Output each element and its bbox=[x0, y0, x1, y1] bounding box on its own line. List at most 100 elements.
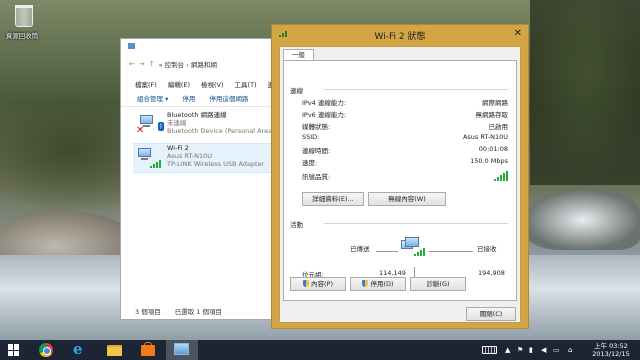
signal-quality-bars-icon bbox=[494, 171, 508, 181]
back-arrow-icon[interactable]: ← bbox=[129, 60, 135, 68]
ipv4-row: IPv4 連線能力: 網際網路 bbox=[302, 97, 508, 108]
adapter-wifi-2[interactable]: Wi-Fi 2 Asus RT-N10U TP-LINK Wireless US… bbox=[133, 143, 271, 173]
activity-computer-icon bbox=[401, 237, 425, 257]
ipv4-label: IPv4 連線能力: bbox=[302, 99, 347, 107]
battery-icon[interactable]: ▭ bbox=[553, 345, 560, 355]
wifi-status-dialog: Wi-Fi 2 狀態 ✕ 一般 連線 IPv4 連線能力: 網際網路 IPv6 … bbox=[271, 24, 529, 329]
ssid-row: SSID: Asus RT-N10U bbox=[302, 133, 508, 144]
menu-view[interactable]: 檢視(V) bbox=[201, 79, 224, 91]
taskbar-chrome[interactable] bbox=[30, 340, 62, 360]
window-titlebar[interactable] bbox=[121, 39, 271, 53]
disable-button[interactable]: 停用 bbox=[182, 93, 195, 106]
breadcrumb[interactable]: « 控制台 › 網路和網 bbox=[159, 59, 217, 69]
ipv6-value: 無網路存取 bbox=[475, 111, 509, 119]
disable-button[interactable]: 停用(D) bbox=[350, 277, 406, 291]
clock-time: 上午 03:52 bbox=[594, 342, 628, 350]
windows-logo-icon bbox=[8, 344, 20, 356]
network-folder-icon bbox=[128, 43, 135, 49]
duration-row: 連線時間: 00:01:08 bbox=[302, 145, 508, 156]
activity-group-label: 活動 bbox=[290, 221, 303, 229]
taskbar-network-connections[interactable] bbox=[166, 340, 198, 360]
duration-value: 00:01:08 bbox=[478, 145, 508, 153]
ipv4-value: 網際網路 bbox=[482, 99, 508, 107]
item-count: 3 個項目 bbox=[135, 308, 161, 316]
adapter-bluetooth[interactable]: ✕ ᛒ Bluetooth 網路連線 未連線 Bluetooth Device … bbox=[135, 111, 272, 141]
signal-bars-icon bbox=[150, 160, 161, 168]
ipv6-label: IPv6 連線能力: bbox=[302, 111, 347, 119]
adapter-status: 未連線 bbox=[167, 119, 187, 127]
address-bar: ← → ↑ « 控制台 › 網路和網 bbox=[121, 57, 271, 71]
bytes-received-value: 194,908 bbox=[478, 269, 505, 277]
recycle-bin-label: 資源回收筒 bbox=[5, 32, 39, 40]
taskbar-file-explorer[interactable] bbox=[98, 340, 130, 360]
details-button[interactable]: 詳細資料(E)... bbox=[302, 192, 364, 206]
close-button[interactable]: 關閉(C) bbox=[466, 307, 516, 321]
dialog-body: 一般 連線 IPv4 連線能力: 網際網路 IPv6 連線能力: 無網路存取 媒… bbox=[279, 46, 521, 323]
adapter-status: Asus RT-N10U bbox=[167, 152, 213, 160]
speed-row: 速度: 150.0 Mbps bbox=[302, 157, 508, 168]
bytes-sent-value: 114,149 bbox=[379, 269, 406, 277]
media-state-row: 媒體狀態: 已啟用 bbox=[302, 121, 508, 132]
adapter-device: Bluetooth Device (Personal Area bbox=[167, 127, 272, 135]
command-bar: 組合管理 ▾ 停用 停用這個網路 bbox=[121, 93, 271, 107]
system-clock[interactable]: 上午 03:52 2013/12/15 bbox=[584, 342, 638, 358]
dialog-titlebar[interactable]: Wi-Fi 2 狀態 ✕ bbox=[272, 25, 528, 45]
disable-network-button[interactable]: 停用這個網路 bbox=[209, 93, 248, 106]
menu-bar: 檔案(F) 編輯(E) 檢視(V) 工具(T) 進階 bbox=[121, 79, 271, 91]
wireless-properties-button[interactable]: 無線內容(W) bbox=[368, 192, 446, 206]
disconnected-x-icon: ✕ bbox=[136, 125, 145, 136]
dialog-title: Wi-Fi 2 狀態 bbox=[374, 32, 426, 42]
status-bar: 3 個項目 已選取 1 個項目 bbox=[121, 303, 271, 319]
received-label: 已接收 bbox=[477, 245, 497, 253]
wifi-adapter-icon bbox=[136, 148, 161, 168]
volume-icon[interactable]: ◀ bbox=[541, 345, 546, 355]
menu-edit[interactable]: 編輯(E) bbox=[168, 79, 190, 91]
adapter-name: Wi-Fi 2 bbox=[167, 144, 189, 152]
bluetooth-icon: ᛒ bbox=[158, 122, 164, 131]
organize-button[interactable]: 組合管理 ▾ bbox=[137, 93, 168, 106]
media-state-label: 媒體狀態: bbox=[302, 123, 331, 131]
group-divider bbox=[324, 89, 508, 90]
menu-tools[interactable]: 工具(T) bbox=[235, 79, 257, 91]
store-bag-icon bbox=[141, 342, 155, 356]
properties-label: 內容(P) bbox=[311, 280, 333, 288]
media-state-value: 已啟用 bbox=[488, 123, 509, 131]
sent-line bbox=[376, 251, 398, 252]
sent-label: 已傳送 bbox=[350, 245, 370, 253]
uac-shield-icon bbox=[303, 280, 309, 287]
properties-button[interactable]: 內容(P) bbox=[290, 277, 346, 291]
flag-icon[interactable]: ⚑ bbox=[517, 345, 523, 355]
taskbar-store[interactable] bbox=[132, 340, 164, 360]
forward-arrow-icon[interactable]: → bbox=[139, 60, 145, 68]
touch-keyboard-icon[interactable] bbox=[482, 346, 497, 354]
connection-group-label: 連線 bbox=[290, 87, 303, 95]
show-hidden-icons-chevron-icon[interactable]: ▲ bbox=[505, 345, 510, 355]
duration-label: 連線時間: bbox=[302, 147, 331, 155]
adapter-device: TP-LINK Wireless USB Adapter bbox=[167, 160, 265, 168]
internet-explorer-icon: e bbox=[73, 340, 83, 358]
menu-file[interactable]: 檔案(F) bbox=[135, 79, 157, 91]
taskbar: e ▲ ⚑ ▮ ◀ ▭ ⌂ 上午 03:52 2013/12/15 bbox=[0, 340, 640, 360]
diagnose-button[interactable]: 診斷(G) bbox=[410, 277, 466, 291]
received-line bbox=[429, 251, 473, 252]
adapter-name: Bluetooth 網路連線 bbox=[167, 111, 227, 119]
up-arrow-icon[interactable]: ↑ bbox=[149, 60, 155, 68]
network-adapter-icon: ✕ bbox=[136, 115, 154, 136]
start-button[interactable] bbox=[0, 340, 32, 360]
general-panel: 連線 IPv4 連線能力: 網際網路 IPv6 連線能力: 無網路存取 媒體狀態… bbox=[283, 60, 517, 301]
disable-label: 停用(D) bbox=[370, 280, 394, 288]
close-icon[interactable]: ✕ bbox=[514, 28, 522, 39]
network-connections-window: ← → ↑ « 控制台 › 網路和網 檔案(F) 編輯(E) 檢視(V) 工具(… bbox=[120, 38, 272, 320]
ssid-value: Asus RT-N10U bbox=[462, 133, 508, 141]
network-connections-icon bbox=[174, 343, 189, 355]
wallpaper-waterfall bbox=[525, 190, 640, 250]
taskbar-internet-explorer[interactable]: e bbox=[64, 340, 96, 360]
clock-date: 2013/12/15 bbox=[592, 350, 630, 358]
uac-shield-icon bbox=[362, 280, 369, 287]
network-tray-icon[interactable]: ▮ bbox=[529, 345, 533, 355]
input-method-icon[interactable]: ⌂ bbox=[568, 345, 572, 355]
signal-quality-row: 訊號品質: bbox=[302, 171, 508, 183]
recycle-bin-icon bbox=[15, 5, 33, 27]
recycle-bin-shortcut[interactable]: 資源回收筒 bbox=[4, 5, 44, 40]
signal-quality-label: 訊號品質: bbox=[302, 173, 331, 181]
